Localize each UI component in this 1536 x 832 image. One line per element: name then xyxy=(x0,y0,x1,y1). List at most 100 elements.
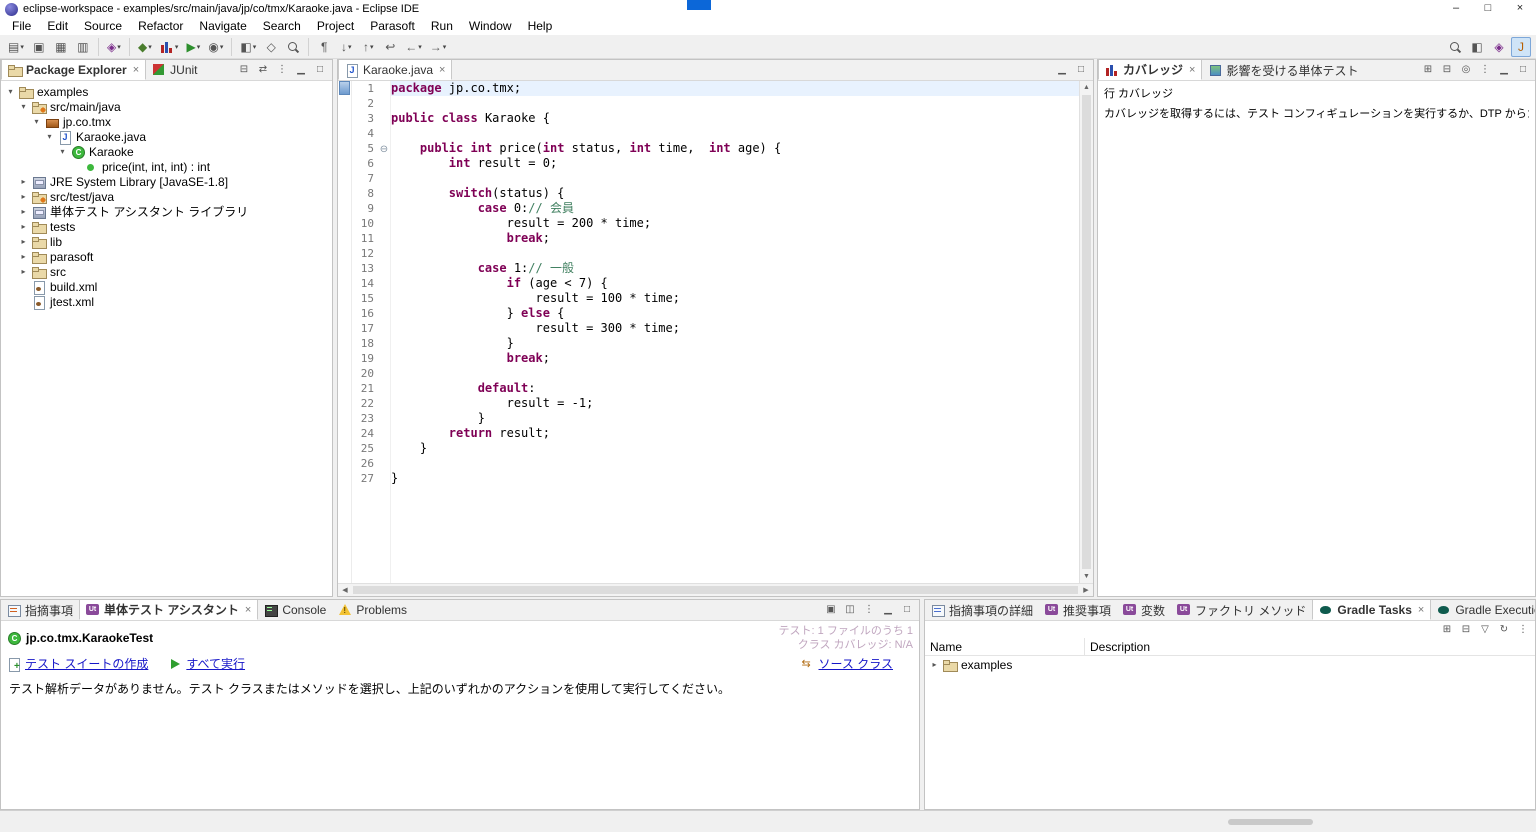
minimize-button[interactable]: ▁ xyxy=(880,602,896,618)
link-with-editor-button[interactable]: ⇄ xyxy=(255,62,271,78)
layout-button[interactable]: ▣ xyxy=(823,602,839,618)
tree-item[interactable]: ▾examples xyxy=(1,84,332,99)
vertical-scroll-thumb[interactable] xyxy=(1082,95,1091,569)
new-java-project-button[interactable]: ◧ xyxy=(237,37,259,57)
settings-button[interactable]: ◎ xyxy=(1458,62,1474,78)
code-area[interactable]: package jp.co.tmx;public class Karaoke {… xyxy=(391,81,1079,583)
close-tab-icon[interactable]: × xyxy=(1189,64,1195,76)
menu-run[interactable]: Run xyxy=(423,18,461,35)
tree-item[interactable]: ▸src xyxy=(1,264,332,279)
tab-finding-details[interactable]: 指摘事項の詳細 xyxy=(925,600,1039,620)
tree-item[interactable]: ▸単体テスト アシスタント ライブラリ xyxy=(1,204,332,219)
folding-ruler[interactable]: ⊖ xyxy=(378,81,391,583)
close-tab-icon[interactable]: × xyxy=(133,64,139,76)
tab-karaoke-java[interactable]: Karaoke.java× xyxy=(338,60,452,80)
maximize-window-button[interactable]: □ xyxy=(1472,0,1504,18)
code-line[interactable]: } xyxy=(391,441,1079,456)
tab-gradle-tasks[interactable]: Gradle Tasks× xyxy=(1312,600,1431,620)
tree-item[interactable]: ▾Karaoke xyxy=(1,144,332,159)
menu-file[interactable]: File xyxy=(4,18,39,35)
menu-project[interactable]: Project xyxy=(309,18,362,35)
tab-gradle-executions[interactable]: Gradle Executions xyxy=(1431,600,1535,620)
menu-refactor[interactable]: Refactor xyxy=(130,18,191,35)
open-perspective-button[interactable]: ◧ xyxy=(1467,37,1487,57)
expander-icon[interactable]: ▾ xyxy=(5,87,16,96)
jtest-perspective-button[interactable]: ◈ xyxy=(1489,37,1509,57)
tree-item[interactable]: ▾Karaoke.java xyxy=(1,129,332,144)
run-config-button[interactable]: ◉ xyxy=(205,37,226,57)
view-menu-button[interactable]: ⋮ xyxy=(1477,62,1493,78)
parasoft-run-button[interactable]: ◈ xyxy=(104,37,124,57)
tree-item[interactable]: ▸lib xyxy=(1,234,332,249)
horizontal-scroll-track[interactable] xyxy=(352,584,1079,596)
column-header-description[interactable]: Description xyxy=(1085,638,1535,655)
code-line[interactable]: case 0:// 会員 xyxy=(391,201,1079,216)
tab-coverage[interactable]: カバレッジ× xyxy=(1098,60,1202,80)
code-line[interactable]: break; xyxy=(391,231,1079,246)
maximize-button[interactable]: □ xyxy=(1515,62,1531,78)
run-all-link[interactable]: すべて実行 xyxy=(168,655,245,672)
java-perspective-button[interactable]: J xyxy=(1511,37,1531,57)
code-line[interactable]: result = 300 * time; xyxy=(391,321,1079,336)
minimize-window-button[interactable]: – xyxy=(1440,0,1472,18)
tree-item[interactable]: ▸JRE System Library [JavaSE-1.8] xyxy=(1,174,332,189)
code-line[interactable]: result = 100 * time; xyxy=(391,291,1079,306)
expander-icon[interactable]: ▸ xyxy=(18,267,29,276)
code-line[interactable] xyxy=(391,96,1079,111)
tree-item[interactable]: ▾src/main/java xyxy=(1,99,332,114)
fold-collapse-icon[interactable]: ⊖ xyxy=(380,144,388,155)
tab-junit[interactable]: JUnit xyxy=(146,60,203,80)
code-line[interactable] xyxy=(391,246,1079,261)
menu-window[interactable]: Window xyxy=(461,18,520,35)
view-menu-button[interactable]: ⋮ xyxy=(274,62,290,78)
tab-affected-unit-tests[interactable]: 影響を受ける単体テスト xyxy=(1202,60,1364,80)
tree-item[interactable]: ▸tests xyxy=(1,219,332,234)
tab-findings[interactable]: 指摘事項 xyxy=(1,600,79,620)
code-line[interactable]: } xyxy=(391,471,1079,486)
expander-icon[interactable]: ▸ xyxy=(18,222,29,231)
close-window-button[interactable]: × xyxy=(1504,0,1536,18)
expander-icon[interactable]: ▸ xyxy=(18,177,29,186)
quick-search-button[interactable] xyxy=(1445,37,1465,57)
code-line[interactable]: if (age < 7) { xyxy=(391,276,1079,291)
horizontal-scroll-thumb[interactable] xyxy=(353,586,1078,594)
save-button[interactable]: ▣ xyxy=(29,37,49,57)
back-button[interactable]: ← xyxy=(402,37,425,57)
code-line[interactable] xyxy=(391,456,1079,471)
view-menu-button[interactable]: ⋮ xyxy=(861,602,877,618)
code-line[interactable]: switch(status) { xyxy=(391,186,1079,201)
code-line[interactable]: } xyxy=(391,336,1079,351)
maximize-button[interactable]: □ xyxy=(1073,62,1089,78)
scroll-left-icon[interactable]: ◀ xyxy=(338,584,352,596)
expand-all-button[interactable]: ⊞ xyxy=(1439,622,1455,638)
previous-annotation-button[interactable]: ↑ xyxy=(358,37,378,57)
tree-item[interactable]: ▾jp.co.tmx xyxy=(1,114,332,129)
show-whitespace-button[interactable]: ¶ xyxy=(314,37,334,57)
new-wizard-button[interactable]: ▤ xyxy=(5,37,27,57)
line-number-ruler[interactable]: 1234567891011121314151617181920212223242… xyxy=(352,81,378,583)
expander-icon[interactable]: ▸ xyxy=(18,252,29,261)
expander-icon[interactable]: ▾ xyxy=(44,132,55,141)
menu-help[interactable]: Help xyxy=(520,18,561,35)
debug-button[interactable]: ◆ xyxy=(135,37,155,57)
code-line[interactable]: result = 200 * time; xyxy=(391,216,1079,231)
filter-button[interactable]: ▽ xyxy=(1477,622,1493,638)
scroll-up-icon[interactable]: ▲ xyxy=(1080,81,1093,94)
annotation-ruler[interactable] xyxy=(338,81,352,583)
minimize-button[interactable]: ▁ xyxy=(293,62,309,78)
editor-vertical-scrollbar[interactable]: ▲ ▼ xyxy=(1079,81,1093,583)
code-line[interactable] xyxy=(391,126,1079,141)
minimize-button[interactable]: ▁ xyxy=(1496,62,1512,78)
code-line[interactable]: default: xyxy=(391,381,1079,396)
tab-recommendations[interactable]: 推奨事項 xyxy=(1039,600,1117,620)
tree-item[interactable]: ▸parasoft xyxy=(1,249,332,264)
tab-problems[interactable]: Problems xyxy=(332,600,413,620)
forward-button[interactable]: → xyxy=(427,37,450,57)
menu-edit[interactable]: Edit xyxy=(39,18,76,35)
save-all-button[interactable]: ▦ xyxy=(51,37,71,57)
run-button[interactable]: ▶ xyxy=(183,37,203,57)
open-type-button[interactable]: ◇ xyxy=(261,37,281,57)
code-line[interactable]: } xyxy=(391,411,1079,426)
expander-icon[interactable]: ▸ xyxy=(929,660,940,669)
menu-search[interactable]: Search xyxy=(255,18,309,35)
